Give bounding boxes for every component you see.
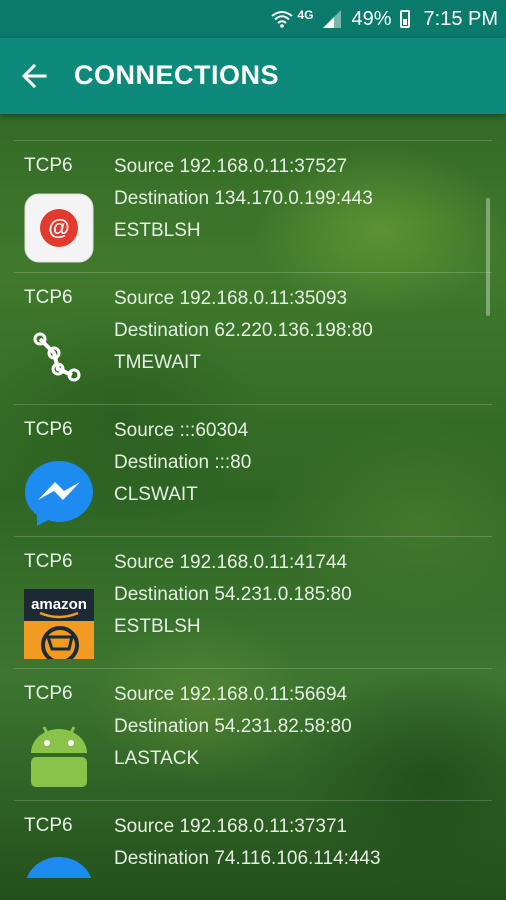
connection-row[interactable]: TCP6 @ Source 192.168.0.11:37527 Destina… — [14, 140, 492, 272]
clock: 7:15 PM — [423, 7, 498, 30]
connection-state: ESTBLSH — [114, 220, 201, 241]
connection-row[interactable]: TCP6 Source 192.168.0.11:35093 Destinati… — [14, 272, 492, 404]
svg-text:amazon: amazon — [31, 596, 87, 613]
protocol-label: TCP6 — [24, 683, 73, 704]
android-icon — [24, 721, 94, 791]
protocol-label: TCP6 — [24, 551, 73, 572]
destination-address: Destination 134.170.0.199:443 — [114, 188, 373, 209]
messenger-icon — [24, 853, 94, 878]
connection-row[interactable]: TCP6 Source :::60304 Destination :::80 C… — [14, 404, 492, 536]
destination-address: Destination :::80 — [114, 452, 252, 473]
connection-row[interactable]: TCP6 amazon Source 192.168.0.11:41744 De… — [14, 536, 492, 668]
connection-state: ESTBLSH — [114, 616, 201, 637]
connection-row[interactable]: TCP6 Source 192.168.0.11:37371 Destinati… — [14, 800, 492, 878]
destination-address: Destination 74.116.106.114:443 — [114, 848, 381, 869]
battery-percent: 49% — [351, 7, 392, 30]
scrollbar[interactable] — [486, 198, 490, 316]
protocol-label: TCP6 — [24, 287, 73, 308]
source-address: Source 192.168.0.11:37371 — [114, 816, 348, 837]
connection-list: TCP6 @ Source 192.168.0.11:37527 Destina… — [14, 140, 492, 878]
connection-row[interactable]: TCP6 Source 192.168.0.11:56694 Destinati… — [14, 668, 492, 800]
source-address: Source 192.168.0.11:56694 — [114, 684, 348, 705]
connection-nodes-icon — [24, 325, 94, 395]
connection-state: TMEWAIT — [114, 352, 201, 373]
source-address: Source 192.168.0.11:41744 — [114, 552, 348, 573]
protocol-label: TCP6 — [24, 419, 73, 440]
arrow-left-icon — [21, 63, 47, 89]
battery-icon — [399, 10, 410, 28]
signal-icon — [323, 10, 342, 28]
source-address: Source 192.168.0.11:35093 — [114, 288, 348, 309]
destination-address: Destination 54.231.0.185:80 — [114, 584, 352, 605]
protocol-label: TCP6 — [24, 155, 73, 176]
connection-state: CLSWAIT — [114, 484, 198, 505]
svg-text:@: @ — [48, 215, 69, 240]
email-app-icon: @ — [24, 193, 94, 263]
page-title: CONNECTIONS — [74, 60, 280, 90]
connection-state: LASTACK — [114, 875, 381, 878]
messenger-icon — [24, 457, 94, 527]
connection-state: LASTACK — [114, 748, 200, 769]
wifi-icon — [271, 11, 294, 28]
app-bar: CONNECTIONS — [0, 38, 506, 114]
protocol-label: TCP6 — [24, 815, 73, 836]
amazon-app-icon: amazon — [24, 589, 94, 664]
destination-address: Destination 54.231.82.58:80 — [114, 716, 352, 737]
back-button[interactable] — [14, 56, 54, 96]
connection-list-viewport[interactable]: TCP6 @ Source 192.168.0.11:37527 Destina… — [0, 114, 506, 878]
source-address: Source 192.168.0.11:37527 — [114, 156, 348, 177]
status-bar: 4G 49% 7:15 PM — [0, 0, 506, 38]
network-type: 4G — [297, 8, 314, 22]
source-address: Source :::60304 — [114, 420, 249, 441]
destination-address: Destination 62.220.136.198:80 — [114, 320, 373, 341]
